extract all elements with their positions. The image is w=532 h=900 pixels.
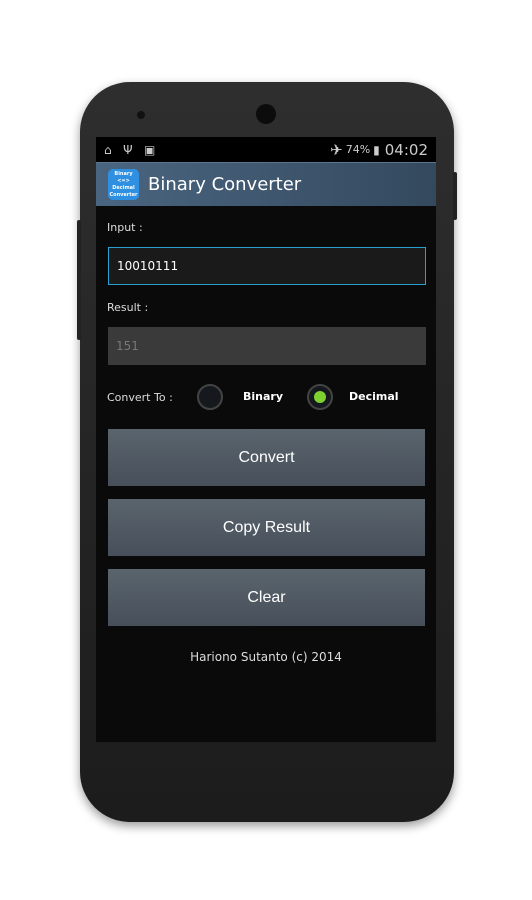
battery-percent: 74% <box>345 143 371 156</box>
airplane-icon: ✈ <box>330 140 343 159</box>
clear-button[interactable]: Clear <box>108 569 425 626</box>
result-field: 151 <box>108 327 426 365</box>
convert-to-label: Convert To : <box>107 391 173 404</box>
cleaner-icon: ⌂ <box>104 142 112 157</box>
app-title: Binary Converter <box>148 174 302 195</box>
usb-icon: Ψ <box>123 142 133 157</box>
convert-button[interactable]: Convert <box>108 429 425 486</box>
radio-selected-dot <box>314 391 326 403</box>
speaker-grille <box>256 104 276 124</box>
radio-binary[interactable] <box>197 384 223 410</box>
copy-result-button[interactable]: Copy Result <box>108 499 425 556</box>
screen: ⌂ Ψ ▣ ✈ 74% ▮ 04:02 Binary <=> Decimal Conv… <box>96 137 436 742</box>
power-button <box>453 172 457 220</box>
battery-charging-icon: ▮ <box>373 142 380 157</box>
app-logo: Binary <=> Decimal Converter <box>108 169 139 200</box>
status-bar: ⌂ Ψ ▣ ✈ 74% ▮ 04:02 <box>96 137 436 162</box>
clock: 04:02 <box>384 140 428 159</box>
input-field[interactable]: 10010111 <box>108 247 426 285</box>
bbm-icon: ▣ <box>143 142 156 157</box>
footer-credit: Hariono Sutanto (c) 2014 <box>190 650 342 664</box>
volume-button <box>77 220 81 340</box>
radio-binary-label[interactable]: Binary <box>243 390 283 403</box>
result-label: Result : <box>107 301 149 314</box>
action-bar: Binary <=> Decimal Converter Binary Convert… <box>96 162 436 206</box>
radio-decimal-label[interactable]: Decimal <box>349 390 399 403</box>
front-camera <box>137 111 145 119</box>
input-label: Input : <box>107 221 143 234</box>
radio-decimal[interactable] <box>307 384 333 410</box>
